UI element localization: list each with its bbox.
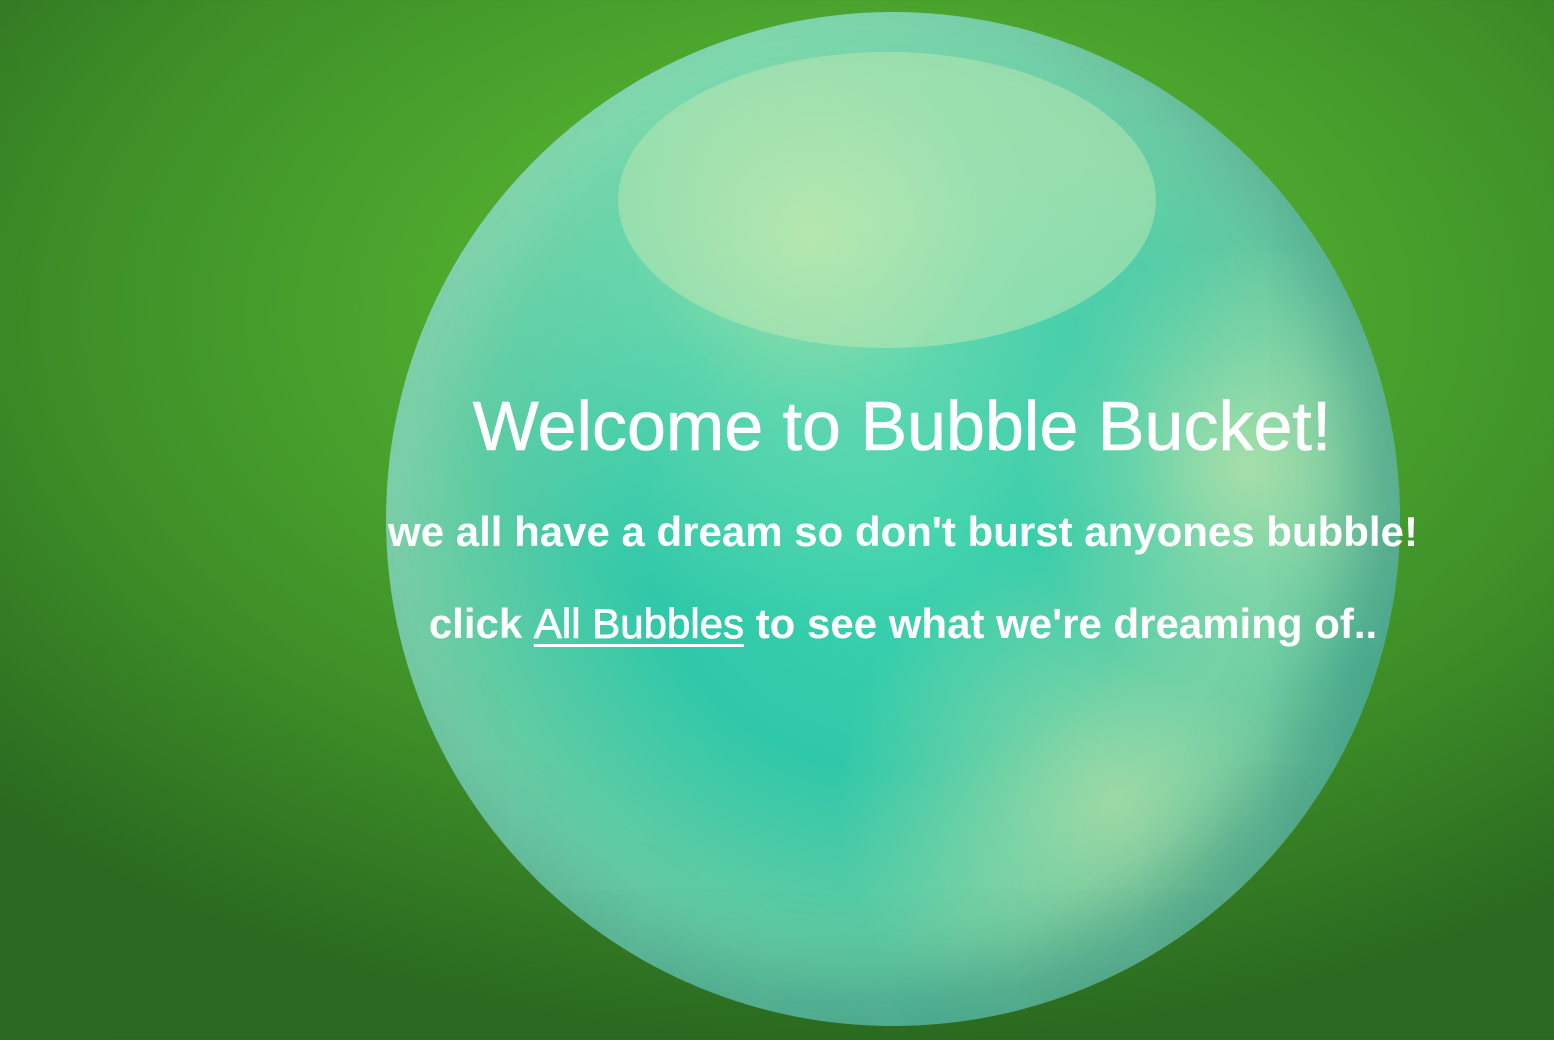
cta-suffix: to see what we're dreaming of.. bbox=[744, 600, 1378, 647]
page-title: Welcome to Bubble Bucket! bbox=[472, 387, 1332, 466]
call-to-action: click All Bubbles to see what we're drea… bbox=[0, 600, 1554, 648]
all-bubbles-link[interactable]: All Bubbles bbox=[534, 600, 745, 648]
main-content: Welcome to Bubble Bucket! we all have a … bbox=[0, 0, 1554, 1040]
tagline: we all have a dream so don't burst anyon… bbox=[388, 508, 1418, 555]
cta-prefix: click bbox=[428, 600, 534, 647]
